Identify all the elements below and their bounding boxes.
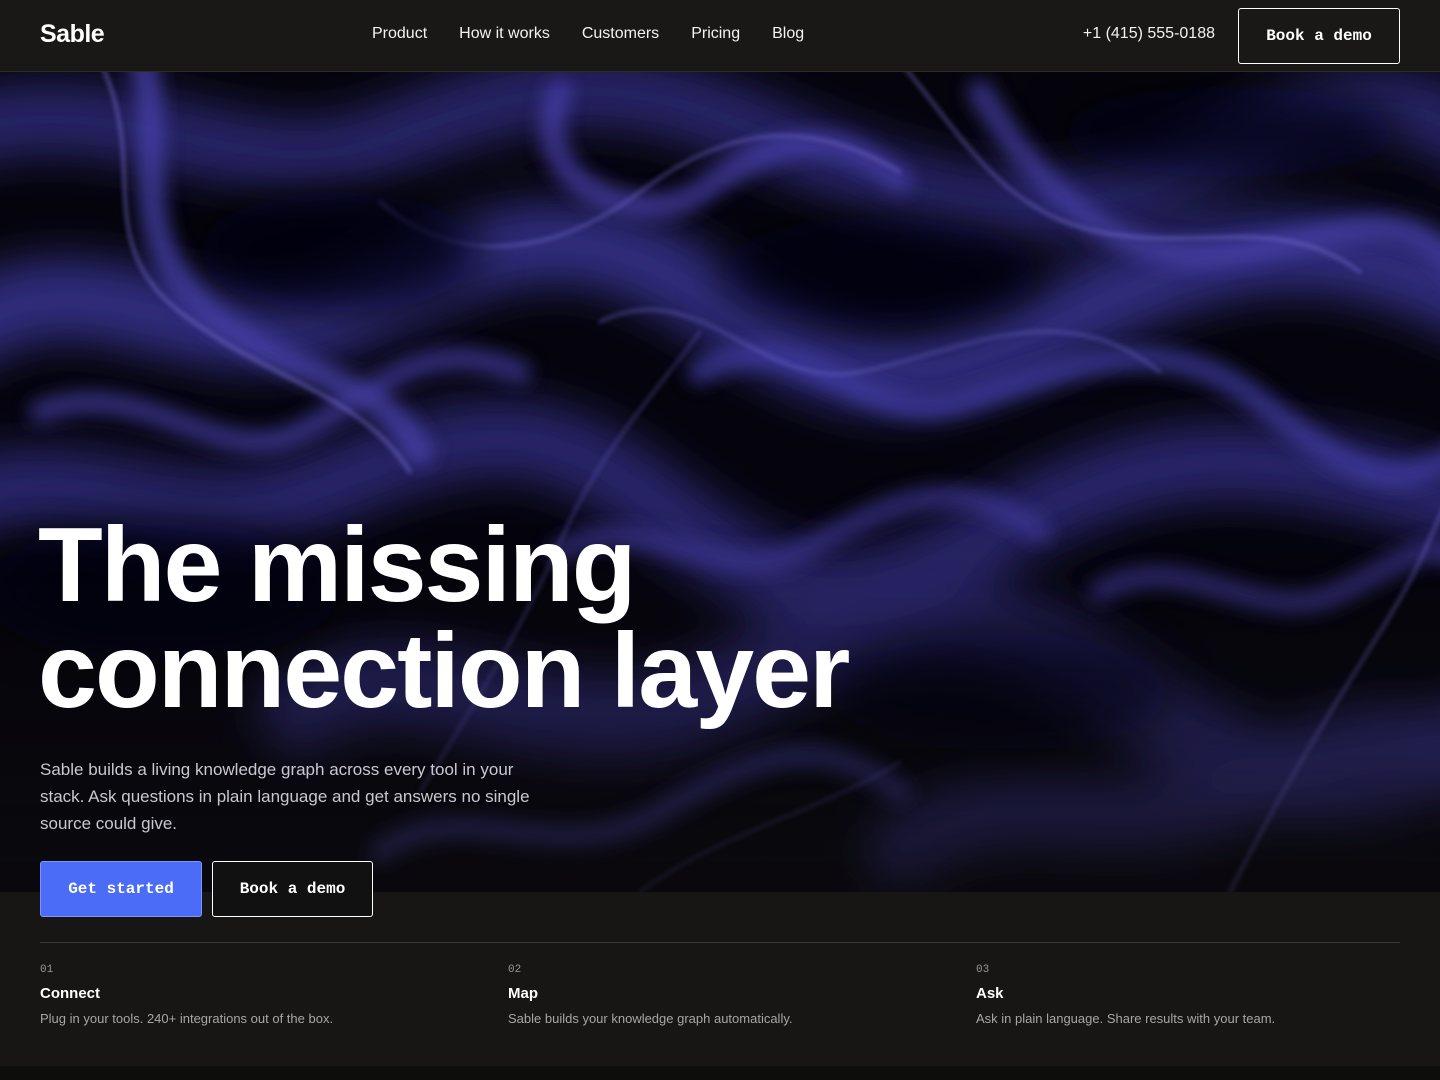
step-number: 03	[976, 964, 990, 976]
hero-book-demo-button[interactable]: Book a demo	[212, 861, 373, 917]
section-divider	[40, 942, 1400, 943]
step-description: Sable builds your knowledge graph automa…	[508, 1011, 793, 1026]
step-number: 02	[508, 964, 522, 976]
nav-link-customers[interactable]: Customers	[582, 25, 659, 43]
nav-link-product[interactable]: Product	[372, 25, 427, 43]
step-map: 02 Map Sable builds your knowledge graph…	[508, 964, 928, 1026]
nav-link-blog[interactable]: Blog	[772, 25, 804, 43]
step-description: Plug in your tools. 240+ integrations ou…	[40, 1011, 334, 1026]
nav-links: Product How it works Customers Pricing B…	[372, 25, 804, 43]
get-started-button[interactable]: Get started	[40, 861, 202, 917]
nav-book-demo-button[interactable]: Book a demo	[1238, 8, 1400, 64]
step-title: Map	[508, 985, 538, 1002]
step-title: Connect	[40, 985, 100, 1002]
step-title: Ask	[976, 985, 1004, 1002]
step-ask: 03 Ask Ask in plain language. Share resu…	[976, 964, 1396, 1026]
nav-link-pricing[interactable]: Pricing	[691, 25, 740, 43]
brand-logo[interactable]: Sable	[40, 20, 105, 49]
step-number: 01	[40, 964, 54, 976]
step-description: Ask in plain language. Share results wit…	[976, 1011, 1276, 1026]
headline-line-1: The missing	[38, 506, 636, 624]
hero-headline: The missing connection layer	[38, 506, 850, 730]
headline-line-2: connection layer	[38, 612, 850, 730]
nav-link-how-it-works[interactable]: How it works	[459, 25, 550, 43]
phone-number[interactable]: +1 (415) 555-0188	[1083, 25, 1215, 43]
top-nav: Sable Product How it works Customers Pri…	[0, 0, 1440, 72]
page-bottom-edge	[0, 1066, 1440, 1080]
hero-subtext: Sable builds a living knowledge graph ac…	[40, 760, 530, 833]
step-connect: 01 Connect Plug in your tools. 240+ inte…	[40, 964, 460, 1026]
